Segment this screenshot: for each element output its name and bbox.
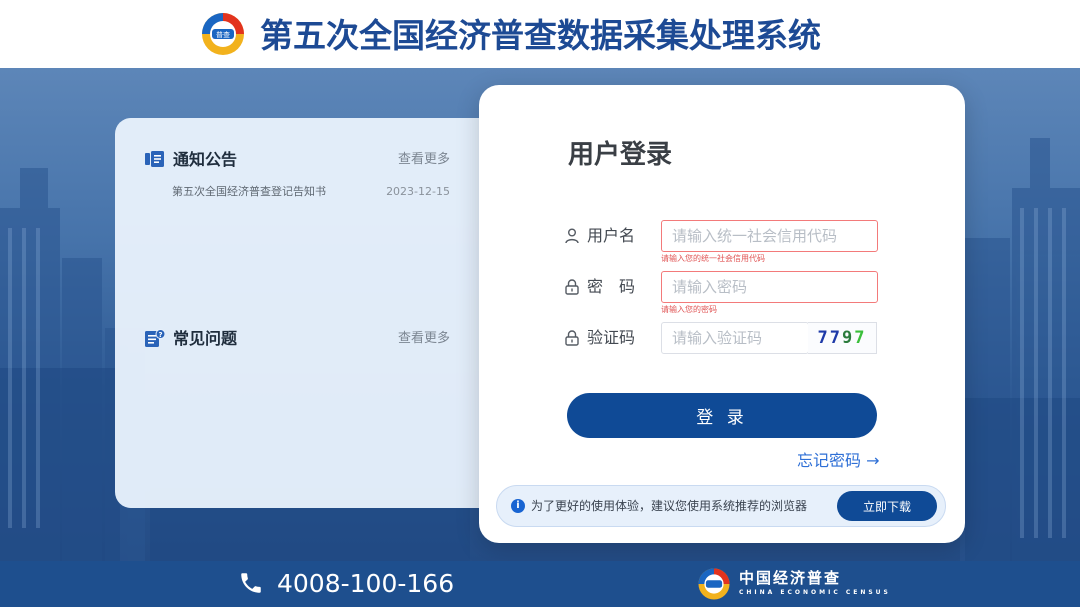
password-field-box: [661, 271, 882, 303]
faq-icon: ?: [145, 329, 166, 347]
login-title: 用户登录: [568, 140, 673, 170]
browser-tip-text: 为了更好的使用体验，建议您使用系统推荐的浏览器: [531, 499, 808, 513]
password-error: 请输入您的密码: [661, 305, 717, 314]
announcement-icon: [145, 150, 165, 168]
announcements-header: 通知公告 查看更多: [145, 148, 450, 172]
login-page: 普查 第五次全国经济普查数据采集处理系统 通知公告 查看更多 第五次全国经济普查…: [0, 0, 1080, 607]
phone-icon: [238, 570, 264, 596]
announcements-title: 通知公告: [173, 150, 238, 169]
lock-icon: [565, 330, 579, 346]
header: 普查 第五次全国经济普查数据采集处理系统: [0, 0, 1080, 68]
username-label: 用户名: [587, 226, 636, 245]
captcha-char: 7: [817, 328, 830, 348]
username-error: 请输入您的统一社会信用代码: [661, 254, 765, 263]
password-row: 密 码: [565, 271, 882, 303]
user-icon: [565, 228, 579, 244]
browser-tip: i 为了更好的使用体验，建议您使用系统推荐的浏览器 立即下载: [496, 485, 946, 527]
password-input[interactable]: [662, 272, 882, 302]
download-browser-button[interactable]: 立即下载: [837, 491, 937, 521]
password-label: 密 码: [587, 277, 636, 296]
username-row: 用户名: [565, 220, 882, 252]
lock-icon: [565, 279, 579, 295]
captcha-field-box: [661, 322, 812, 354]
captcha-char: 7: [829, 328, 842, 348]
footer-brand-cn: 中国经济普查: [739, 569, 842, 587]
login-button[interactable]: 登 录: [567, 393, 877, 438]
username-field-box: [661, 220, 882, 252]
username-input[interactable]: [662, 221, 882, 251]
captcha-label: 验证码: [587, 328, 636, 347]
footer: 4008-100-166 中国经济普查 CHINA ECONOMIC CENSU…: [0, 561, 1080, 607]
list-item[interactable]: 第五次全国经济普查登记告知书 2023-12-15: [172, 184, 450, 200]
notice-title: 第五次全国经济普查登记告知书: [172, 185, 326, 198]
hotline-number: 4008-100-166: [277, 569, 455, 598]
footer-brand-en: CHINA ECONOMIC CENSUS: [739, 589, 891, 596]
app-title: 第五次全国经济普查数据采集处理系统: [260, 16, 821, 55]
login-card: 用户登录 用户名 请输入您的统一社会信用代码: [479, 85, 965, 543]
census-logo-icon: 普查: [200, 11, 246, 57]
census-logo-icon: [697, 567, 731, 601]
forgot-password-link[interactable]: 忘记密码 →: [797, 450, 880, 472]
faq-more-link[interactable]: 查看更多: [398, 327, 450, 351]
faq-title: 常见问题: [173, 329, 238, 348]
faq-header: ? 常见问题 查看更多: [145, 327, 450, 351]
notice-date: 2023-12-15: [386, 185, 450, 198]
svg-text:普查: 普查: [216, 30, 230, 39]
captcha-image[interactable]: 7797: [808, 322, 877, 354]
captcha-char: 7: [854, 328, 867, 348]
captcha-char: 9: [842, 328, 855, 348]
captcha-input[interactable]: [662, 323, 812, 353]
notice-panel: 通知公告 查看更多 第五次全国经济普查登记告知书 2023-12-15 ? 常见…: [115, 118, 535, 508]
announcements-more-link[interactable]: 查看更多: [398, 148, 450, 172]
svg-text:?: ?: [158, 331, 162, 339]
info-icon: i: [511, 499, 525, 513]
